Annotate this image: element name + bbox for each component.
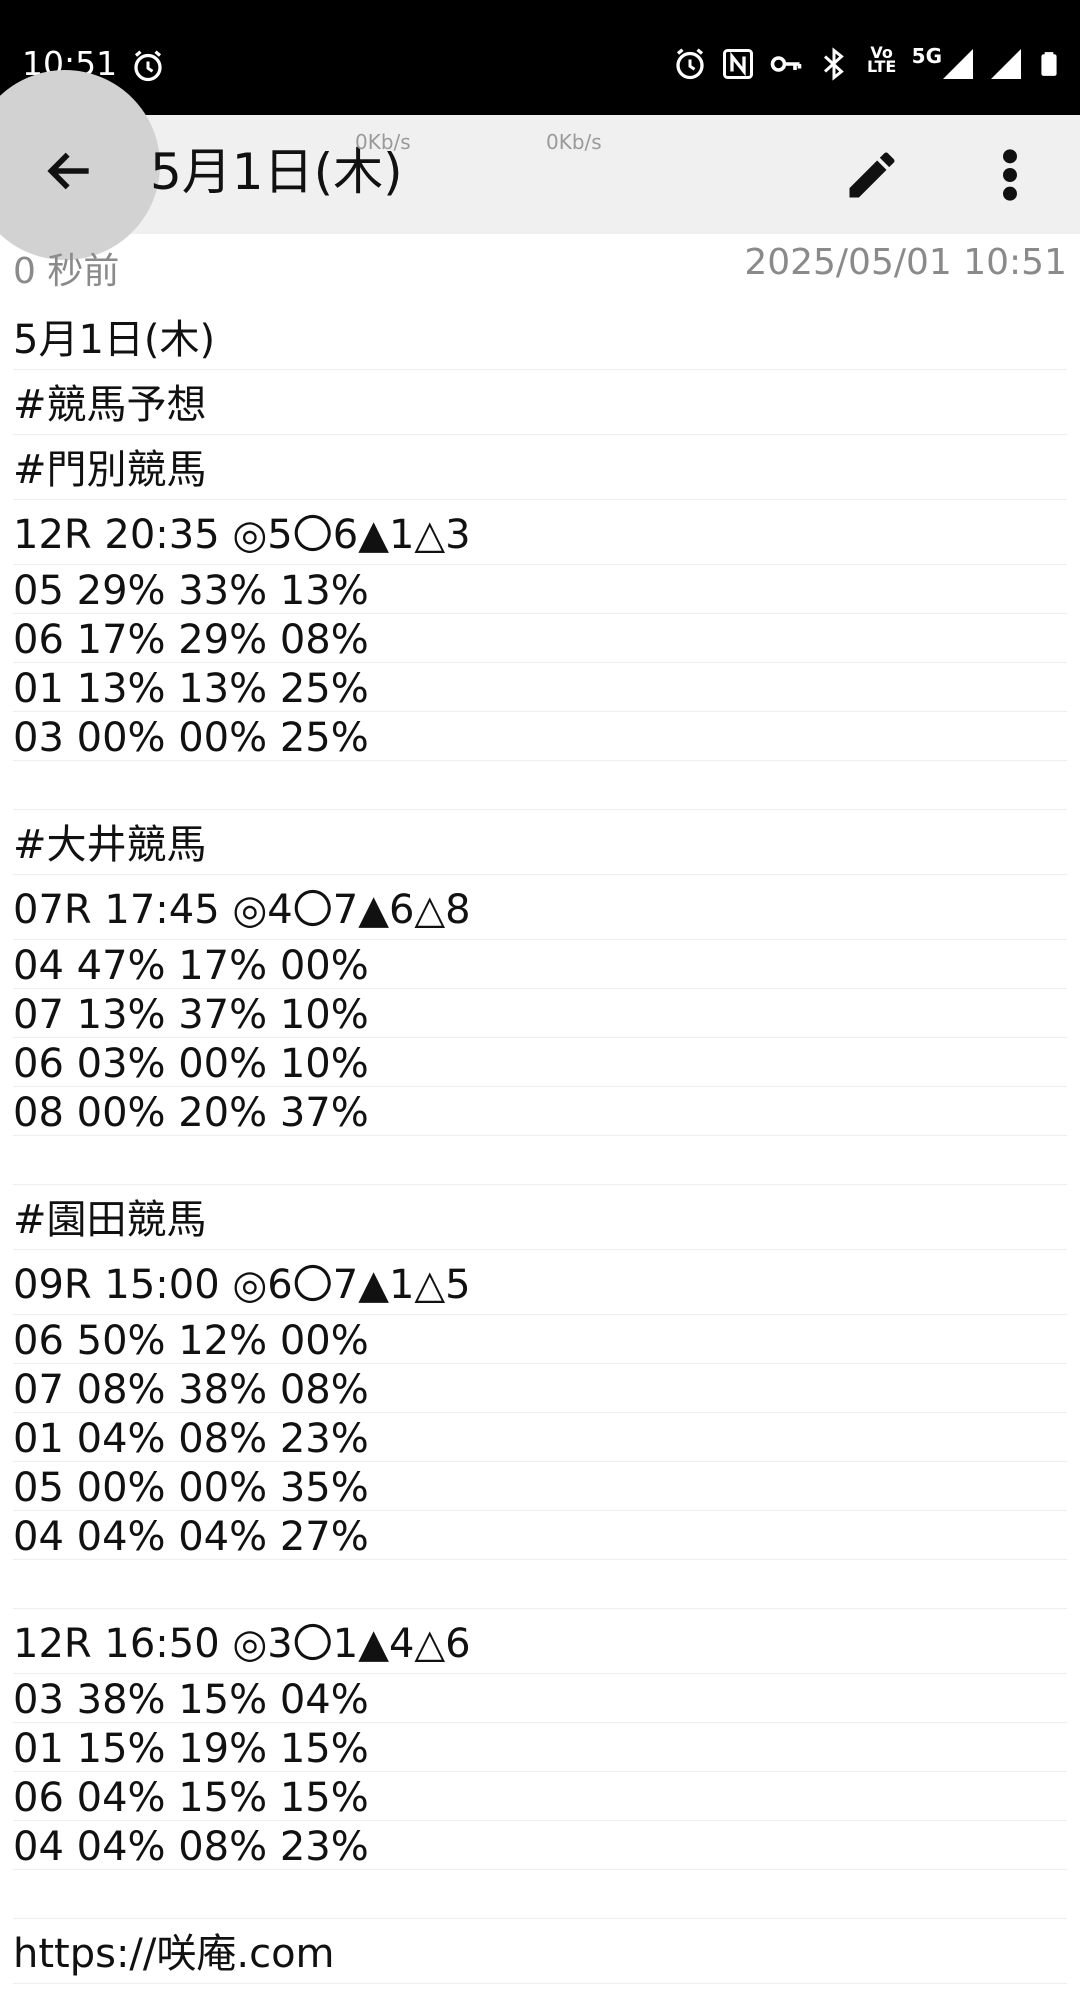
note-blank-line[interactable] <box>13 1136 1067 1185</box>
edit-pencil-icon <box>849 152 895 198</box>
note-line[interactable]: 01 13% 13% 25% <box>13 663 1067 712</box>
note-blank-line[interactable] <box>13 761 1067 810</box>
note-line[interactable]: 03 38% 15% 04% <box>13 1674 1067 1723</box>
note-line[interactable]: 12R 16:50 ◎3〇1▲4△6 <box>13 1609 1067 1674</box>
note-line[interactable]: 09R 15:00 ◎6〇7▲1△5 <box>13 1250 1067 1315</box>
note-line[interactable]: 06 17% 29% 08% <box>13 614 1067 663</box>
network-speed-left: 0Kb/s <box>355 130 411 154</box>
status-bar: 10:51 Vo LTE 5G <box>0 0 1080 115</box>
note-line[interactable]: #大井競馬 <box>13 810 1067 875</box>
more-options-button[interactable] <box>980 143 1040 207</box>
note-line[interactable]: 07 13% 37% 10% <box>13 989 1067 1038</box>
note-blank-line[interactable] <box>13 1870 1067 1919</box>
status-icons: Vo LTE 5G <box>672 44 1062 84</box>
note-line[interactable]: 01 04% 08% 23% <box>13 1413 1067 1462</box>
note-line[interactable]: 5月1日(木) <box>13 305 1067 370</box>
bluetooth-icon <box>823 47 844 81</box>
note-meta: 0 秒前 2025/05/01 10:51 <box>0 234 1080 294</box>
note-line[interactable]: 05 00% 00% 35% <box>13 1462 1067 1511</box>
note-line[interactable]: 07R 17:45 ◎4〇7▲6△8 <box>13 875 1067 940</box>
note-line[interactable]: 05 29% 33% 13% <box>13 565 1067 614</box>
network-speed-right: 0Kb/s <box>546 130 602 154</box>
note-line[interactable]: 07 08% 38% 08% <box>13 1364 1067 1413</box>
alarm-icon <box>134 50 162 82</box>
note-line[interactable]: 12R 20:35 ◎5〇6▲1△3 <box>13 500 1067 565</box>
network-type: 5G <box>911 44 942 68</box>
nfc-icon <box>722 49 753 79</box>
app-bar: 5月1日(木) 0Kb/s 0Kb/s <box>0 70 1080 260</box>
note-line[interactable]: 03 00% 00% 25% <box>13 712 1067 761</box>
note-line[interactable]: 08 00% 20% 37% <box>13 1087 1067 1136</box>
note-line[interactable]: 01 15% 19% 15% <box>13 1723 1067 1772</box>
note-line[interactable]: #園田競馬 <box>13 1185 1067 1250</box>
note-line[interactable]: https://咲庵.com <box>13 1919 1067 1984</box>
note-blank-line[interactable] <box>13 1560 1067 1609</box>
back-button[interactable] <box>40 141 100 201</box>
relative-time: 0 秒前 <box>13 251 120 292</box>
note-timestamp: 2025/05/01 10:51 <box>744 242 1067 283</box>
note-body[interactable]: 5月1日(木) #競馬予想 #門別競馬 12R 20:35 ◎5〇6▲1△3 05 29… <box>0 305 1080 1984</box>
note-line[interactable]: 06 50% 12% 00% <box>13 1315 1067 1364</box>
signal-5g-icon <box>943 49 973 79</box>
note-line[interactable]: 04 47% 17% 00% <box>13 940 1067 989</box>
alarm-icon <box>676 48 704 80</box>
note-line[interactable]: 04 04% 08% 23% <box>13 1821 1067 1870</box>
volte-icon: Vo LTE <box>864 45 900 82</box>
back-arrow-icon <box>47 152 89 190</box>
note-line[interactable]: 06 04% 15% 15% <box>13 1772 1067 1821</box>
note-line[interactable]: 06 03% 00% 10% <box>13 1038 1067 1087</box>
note-line[interactable]: #門別競馬 <box>13 435 1067 500</box>
edit-button[interactable] <box>840 143 904 207</box>
vpn-key-icon <box>770 56 801 72</box>
battery-icon <box>1041 52 1057 76</box>
signal-icon <box>991 49 1021 79</box>
volte-bottom: LTE <box>866 57 897 76</box>
note-line[interactable]: #競馬予想 <box>13 370 1067 435</box>
note-line[interactable]: 04 04% 04% 27% <box>13 1511 1067 1560</box>
more-vert-icon <box>1003 149 1017 201</box>
